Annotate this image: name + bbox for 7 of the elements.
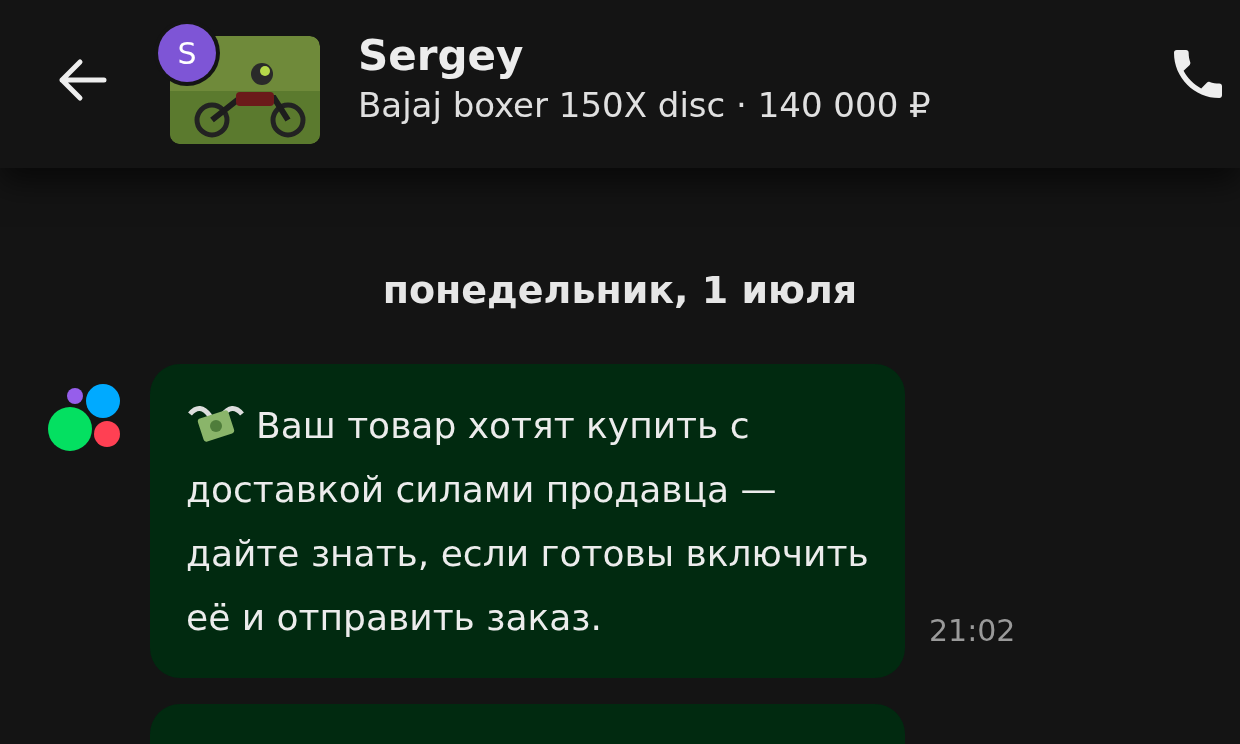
contact-name: Sergey (358, 30, 525, 82)
listing-title: Bajaj boxer 150X disc · 140 000 ₽ (358, 84, 932, 127)
message-time: 21:02 (929, 613, 1016, 648)
app-logo-icon (48, 384, 122, 452)
message-text: Ваш товар хотят купить с доставкой силами продавца — дайте знать, если готовы включить её и отправить заказ. (186, 394, 875, 650)
avatar: S (158, 24, 216, 82)
date-divider: понедельник, 1 июля (382, 268, 858, 312)
